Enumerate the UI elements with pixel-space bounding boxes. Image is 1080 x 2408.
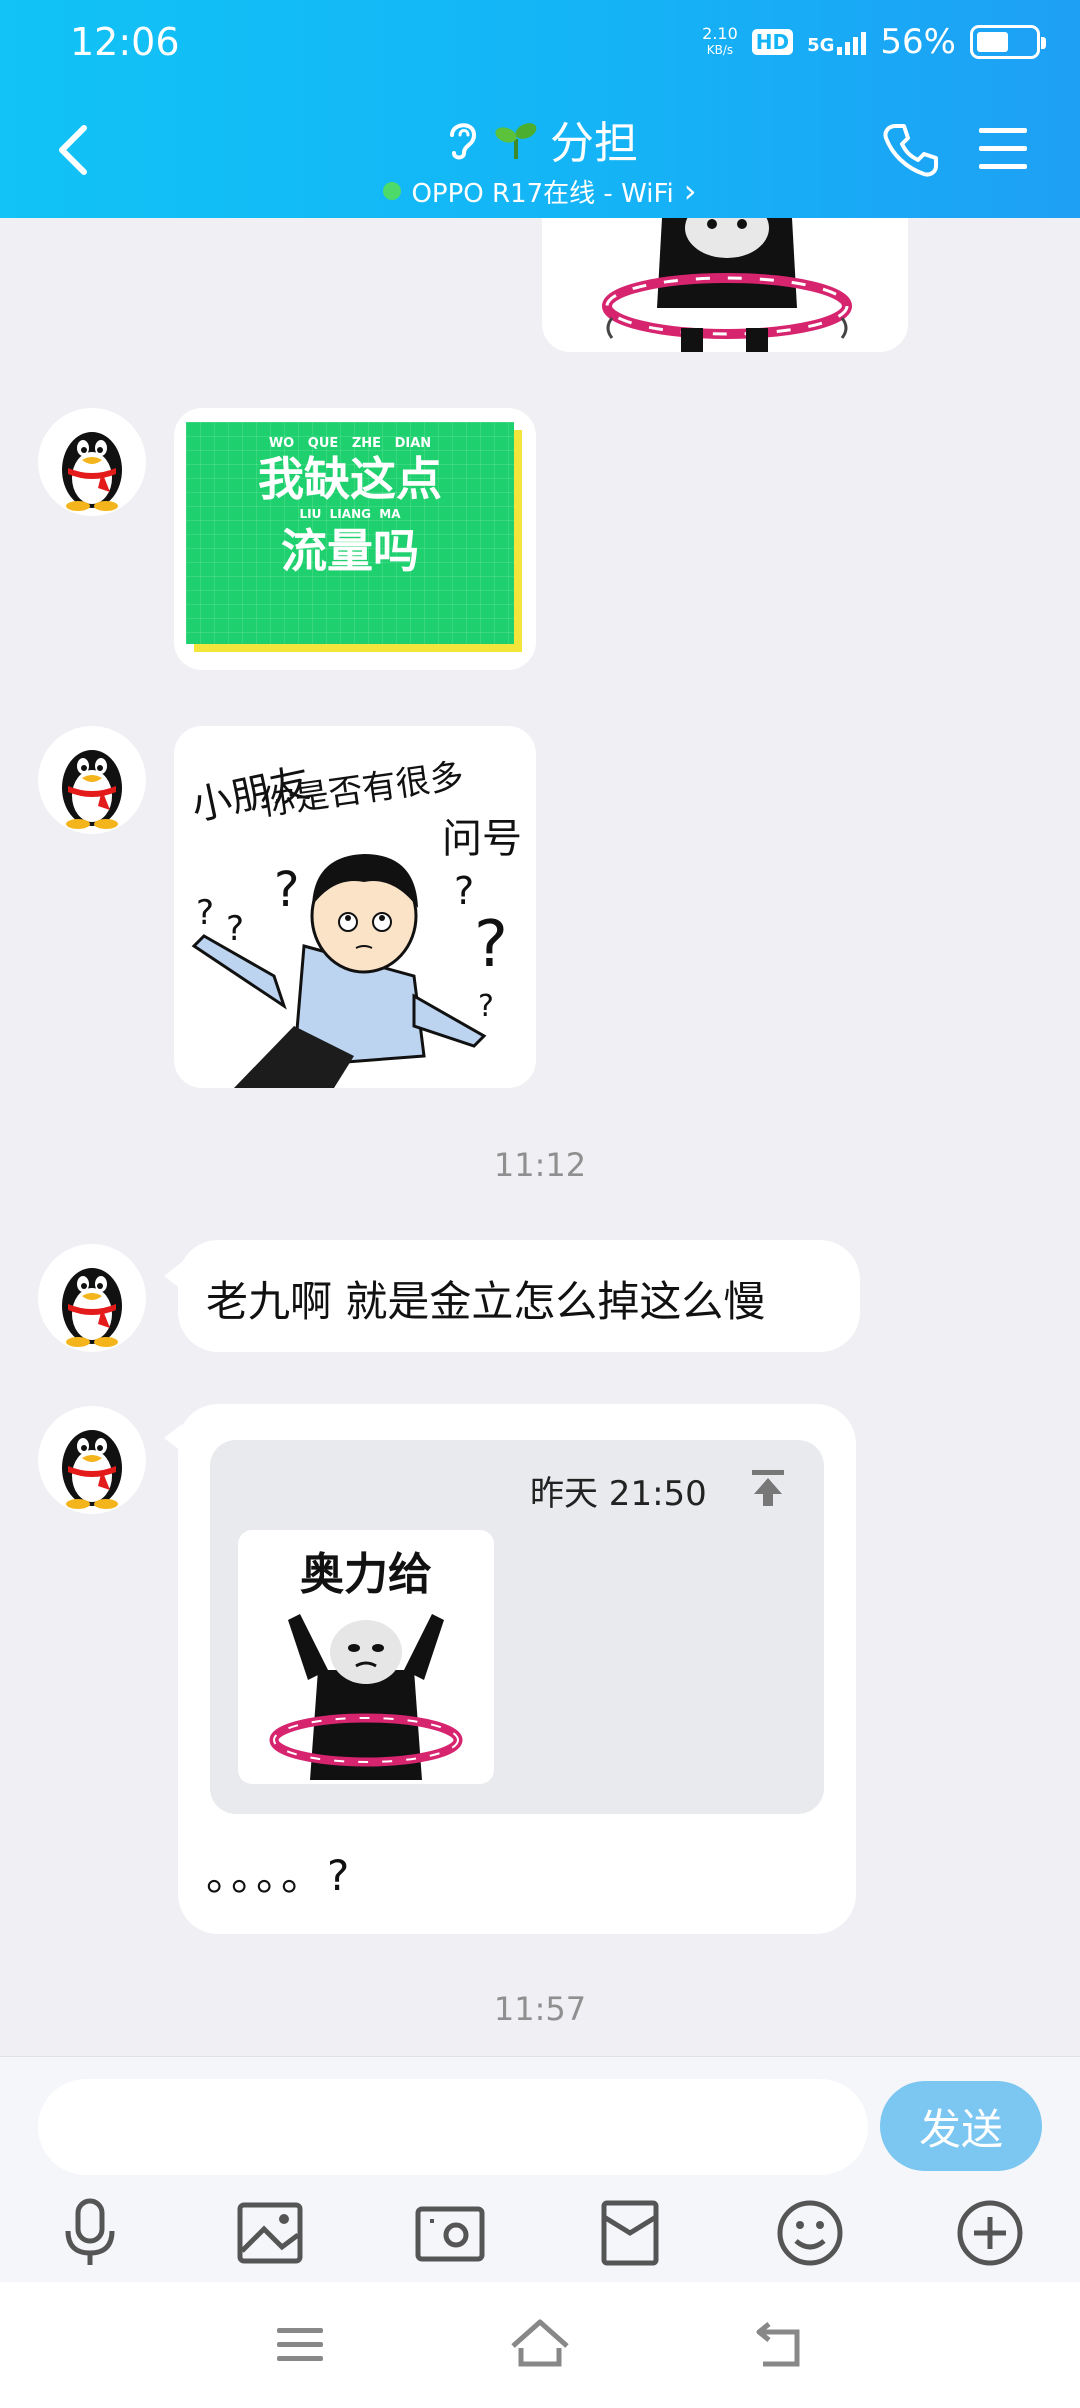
penguin-avatar-icon [62, 432, 122, 511]
microphone-icon[interactable] [52, 2195, 128, 2271]
svg-text:?: ? [478, 989, 494, 1024]
menu-icon [979, 128, 1027, 169]
plus-icon[interactable] [952, 2195, 1028, 2271]
sent-sticker-partial[interactable] [542, 218, 908, 352]
system-nav-bar [0, 2282, 1080, 2408]
online-status-icon [383, 182, 402, 200]
sticker-message[interactable]: 小朋友 你是否有很多 问号 ? ? ? ? ? ? [174, 726, 536, 1088]
network-speed: 2.10 KB/s [702, 24, 738, 57]
sticker-message[interactable]: WO QUE ZHE DIAN 我缺这点 LIU LIANG MA 流量吗 [174, 408, 536, 670]
timestamp: 11:57 [493, 1990, 587, 2028]
status-icons: 2.10 KB/s HD 5G 56% [702, 18, 1046, 66]
text-message[interactable]: 老九啊 就是金立怎么掉这么慢 [178, 1240, 860, 1352]
svg-text:?: ? [196, 893, 214, 933]
phone-icon [883, 124, 938, 177]
emoji-icon[interactable] [772, 2195, 848, 2271]
quote-time: 昨天 21:50 [530, 1474, 707, 1514]
sticker-wo-que: WO QUE ZHE DIAN 我缺这点 LIU LIANG MA 流量吗 [186, 422, 514, 644]
red-packet-icon[interactable] [592, 2195, 668, 2271]
svg-text:?: ? [226, 909, 244, 949]
penguin-avatar-icon [62, 750, 122, 829]
quoted-sticker: 奥力给 [238, 1530, 494, 1784]
ear-icon [450, 123, 477, 160]
device-status: OPPO R17在线 - WiFi [411, 178, 674, 209]
penguin-avatar-icon [62, 1268, 122, 1347]
send-button[interactable]: 发送 [880, 2081, 1042, 2171]
signal-bars [837, 29, 867, 55]
timestamp: 11:12 [493, 1146, 587, 1184]
chevron-right-icon: › [683, 172, 697, 210]
avatar[interactable] [38, 726, 146, 834]
reply-text: 。。。。? [206, 1851, 354, 1900]
status-time: 12:06 [70, 20, 180, 64]
signal-icon: 5G [807, 29, 867, 56]
avatar[interactable] [38, 1406, 146, 1514]
chat-title-text: 分担 [550, 118, 638, 169]
more-menu-button[interactable] [975, 124, 1031, 174]
quoted-message[interactable]: 昨天 21:50 奥力给 [210, 1440, 824, 1814]
panda-sticker-icon [269, 1614, 463, 1780]
home-icon[interactable] [505, 2312, 575, 2376]
boy-question-icon: ? ? ? ? ? ? [191, 854, 508, 1088]
input-area: 发送 [0, 2056, 1080, 2283]
camera-icon[interactable] [412, 2195, 488, 2271]
recent-apps-icon[interactable] [265, 2312, 335, 2376]
call-button[interactable] [880, 120, 940, 180]
svg-text:?: ? [474, 908, 508, 982]
message-input[interactable] [38, 2079, 868, 2175]
battery-icon [970, 25, 1046, 59]
avatar[interactable] [38, 408, 146, 516]
network-type: 5G [807, 35, 835, 56]
panda-sticker-icon [602, 218, 852, 352]
avatar[interactable] [38, 1244, 146, 1352]
back-nav-icon[interactable] [745, 2312, 815, 2376]
jump-to-top-icon[interactable] [746, 1466, 790, 1510]
battery-percent: 56% [880, 22, 956, 62]
penguin-avatar-icon [62, 1430, 122, 1509]
sprout-icon [495, 123, 537, 159]
image-icon[interactable] [232, 2195, 308, 2271]
title-bar: 12:06 2.10 KB/s HD 5G 56% 分担 OPPO R17在线 … [0, 0, 1080, 218]
svg-text:?: ? [454, 869, 474, 913]
hd-icon: HD [751, 29, 794, 55]
sticker-question: 小朋友 你是否有很多 问号 ? ? ? ? ? ? [174, 726, 536, 1088]
svg-text:?: ? [274, 862, 299, 918]
